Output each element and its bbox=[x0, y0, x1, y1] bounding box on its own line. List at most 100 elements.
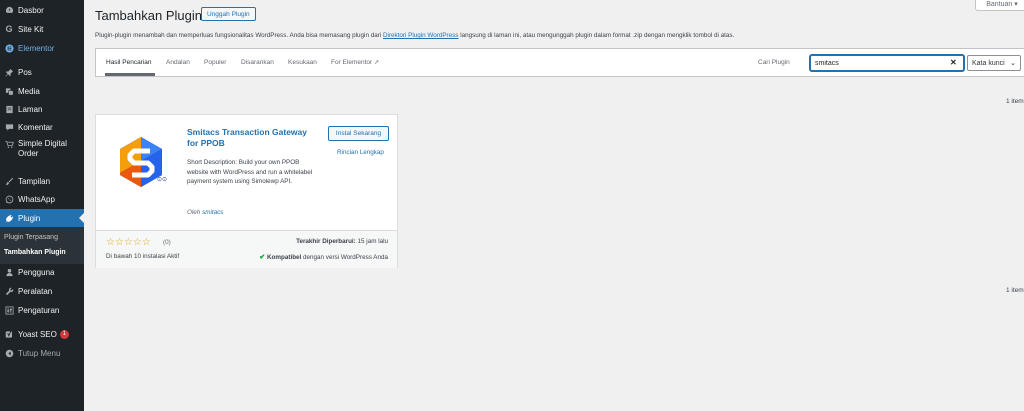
tab-search-results[interactable]: Hasil Pencarian bbox=[106, 59, 152, 66]
external-link-icon: ↗ bbox=[374, 60, 380, 66]
sidebar-item-peralatan[interactable]: Peralatan bbox=[0, 282, 84, 300]
plugin-card-footer: ☆☆☆☆☆ (0) Di bawah 10 instalasi Aktif Te… bbox=[96, 230, 397, 268]
last-updated-value: 15 jam lalu bbox=[355, 238, 388, 245]
compatibility: ✔ Kompatibel dengan versi WordPress Anda bbox=[259, 253, 388, 261]
elementor-icon bbox=[4, 43, 14, 53]
upload-plugin-button[interactable]: Unggah Plugin bbox=[201, 7, 256, 21]
page-description: Plugin-plugin menambah dan memperluas fu… bbox=[95, 32, 734, 39]
cart-icon bbox=[4, 139, 14, 149]
plugin-icon bbox=[4, 213, 14, 223]
plugin-directory-link[interactable]: Direktori Plugin WordPress bbox=[383, 32, 458, 39]
sidebar-item-label: Pengguna bbox=[18, 267, 55, 277]
whatsapp-icon bbox=[4, 194, 14, 204]
sidebar-item-label: Plugin bbox=[18, 213, 41, 223]
description-text: langsung di laman ini, atau mengunggah p… bbox=[458, 32, 735, 39]
plugin-name-link[interactable]: Smitacs Transaction Gateway for PPOB bbox=[187, 127, 307, 149]
sidebar-item-media[interactable]: Media bbox=[0, 82, 84, 100]
plugin-filter-bar: Hasil Pencarian Andalan Populer Disarank… bbox=[95, 48, 1024, 77]
sidebar-item-simple-digital-order[interactable]: Simple Digital Order bbox=[0, 137, 84, 165]
sidebar-item-pos[interactable]: Pos bbox=[0, 63, 84, 81]
sidebar-item-label: Tampilan bbox=[18, 176, 51, 186]
sidebar-item-elementor[interactable]: Elementor bbox=[0, 39, 84, 57]
sidebar-item-yoast[interactable]: Yoast SEO 1 bbox=[0, 325, 84, 343]
sidebar-item-label: Tutup Menu bbox=[18, 348, 61, 358]
media-icon bbox=[4, 86, 14, 96]
pushpin-icon bbox=[4, 67, 14, 77]
sidebar-item-pengguna[interactable]: Pengguna bbox=[0, 263, 84, 281]
logo-decoration: ⊙⊙ bbox=[157, 177, 167, 183]
comment-icon bbox=[4, 122, 14, 132]
install-now-button[interactable]: Instal Sekarang bbox=[328, 126, 389, 141]
search-type-value: Kata kunci bbox=[972, 59, 1005, 67]
sidebar-item-whatsapp[interactable]: WhatsApp bbox=[0, 190, 84, 208]
yoast-icon bbox=[4, 329, 14, 339]
sidebar-item-laman[interactable]: Laman bbox=[0, 100, 84, 118]
admin-sidebar: Dasbor G Site Kit Elementor Pos Media La… bbox=[0, 0, 84, 411]
author-prefix: Oleh bbox=[187, 209, 203, 216]
compat-text: dengan versi WordPress Anda bbox=[301, 254, 388, 261]
sidebar-item-label: Peralatan bbox=[18, 286, 53, 296]
plugin-author: Oleh smitacs bbox=[187, 209, 223, 216]
plugin-logo[interactable]: ⊙⊙ bbox=[108, 129, 174, 195]
result-count-bottom: 1 item bbox=[1006, 287, 1024, 294]
clear-search-icon[interactable]: ✕ bbox=[950, 58, 957, 67]
compat-label: Kompatibel bbox=[267, 254, 302, 261]
sidebar-item-komentar[interactable]: Komentar bbox=[0, 118, 84, 136]
sidebar-item-label: Komentar bbox=[18, 122, 53, 132]
submenu-item-add-plugin[interactable]: Tambahkan Plugin bbox=[4, 249, 66, 256]
sidebar-item-dasbor[interactable]: Dasbor bbox=[0, 1, 84, 19]
last-updated: Terakhir Diperbarui: 15 jam lalu bbox=[296, 238, 388, 245]
sidebar-item-label: Pos bbox=[18, 67, 32, 77]
tab-featured[interactable]: Andalan bbox=[166, 59, 190, 66]
search-type-select[interactable]: Kata kunci ⌄ bbox=[967, 55, 1021, 71]
sidebar-item-sitekit[interactable]: G Site Kit bbox=[0, 20, 84, 38]
google-g-icon: G bbox=[5, 24, 13, 34]
tab-popular[interactable]: Populer bbox=[204, 59, 226, 66]
last-updated-label: Terakhir Diperbarui: bbox=[296, 238, 356, 245]
sidebar-item-pengaturan[interactable]: Pengaturan bbox=[0, 301, 84, 319]
active-menu-arrow bbox=[79, 213, 84, 223]
sidebar-item-collapse-menu[interactable]: Tutup Menu bbox=[0, 344, 84, 362]
tab-recommended[interactable]: Disarankan bbox=[241, 59, 274, 66]
sidebar-item-label: Media bbox=[18, 86, 40, 96]
tab-for-elementor[interactable]: For Elementor ↗ bbox=[331, 59, 379, 66]
result-count-top: 1 item bbox=[1006, 98, 1024, 105]
author-link[interactable]: smitacs bbox=[202, 209, 223, 216]
users-icon bbox=[4, 267, 14, 277]
tab-label: For Elementor bbox=[331, 59, 373, 66]
active-installs: Di bawah 10 instalasi Aktif bbox=[106, 253, 180, 260]
notification-badge: 1 bbox=[59, 329, 69, 339]
sidebar-item-tampilan[interactable]: Tampilan bbox=[0, 172, 84, 190]
sidebar-item-label: Elementor bbox=[18, 43, 55, 53]
page-title: Tambahkan Plugin bbox=[95, 8, 202, 23]
search-label: Cari Plugin bbox=[758, 59, 790, 66]
plugin-card: ⊙⊙ Smitacs Transaction Gateway for PPOB … bbox=[95, 114, 398, 268]
rating-count: (0) bbox=[163, 239, 171, 246]
settings-sliders-icon bbox=[4, 305, 14, 315]
sidebar-item-label: Site Kit bbox=[18, 24, 44, 34]
plugin-description: Short Description: Build your own PPOB w… bbox=[187, 159, 313, 186]
paintbrush-icon bbox=[4, 176, 14, 186]
active-tab-indicator bbox=[105, 73, 155, 76]
sidebar-item-label: Dasbor bbox=[18, 5, 44, 15]
sidebar-item-label: Simple Digital Order bbox=[18, 139, 67, 158]
search-input[interactable] bbox=[810, 55, 964, 71]
sidebar-item-label: WhatsApp bbox=[18, 194, 55, 204]
more-details-link[interactable]: Rincian Lengkap bbox=[337, 149, 384, 156]
wrench-icon bbox=[4, 286, 14, 296]
sidebar-item-label: Pengaturan bbox=[18, 305, 60, 315]
help-button[interactable]: Bantuan ▾ bbox=[975, 0, 1024, 11]
collapse-arrow-icon bbox=[4, 348, 14, 358]
submenu-item-installed-plugins[interactable]: Plugin Terpasang bbox=[4, 234, 58, 241]
description-text: Plugin-plugin menambah dan memperluas fu… bbox=[95, 32, 383, 39]
sidebar-item-label: Yoast SEO bbox=[18, 329, 57, 339]
page-icon bbox=[4, 104, 14, 114]
plugin-submenu: Plugin Terpasang Tambahkan Plugin bbox=[0, 227, 84, 264]
dashboard-icon bbox=[4, 5, 14, 15]
sidebar-item-plugin[interactable]: Plugin bbox=[0, 209, 84, 227]
star-rating: ☆☆☆☆☆ bbox=[106, 237, 151, 248]
sidebar-item-label: Laman bbox=[18, 104, 43, 114]
chevron-down-icon: ⌄ bbox=[1010, 60, 1016, 67]
checkmark-icon: ✔ bbox=[259, 254, 266, 261]
tab-favorites[interactable]: Kesukaan bbox=[288, 59, 317, 66]
